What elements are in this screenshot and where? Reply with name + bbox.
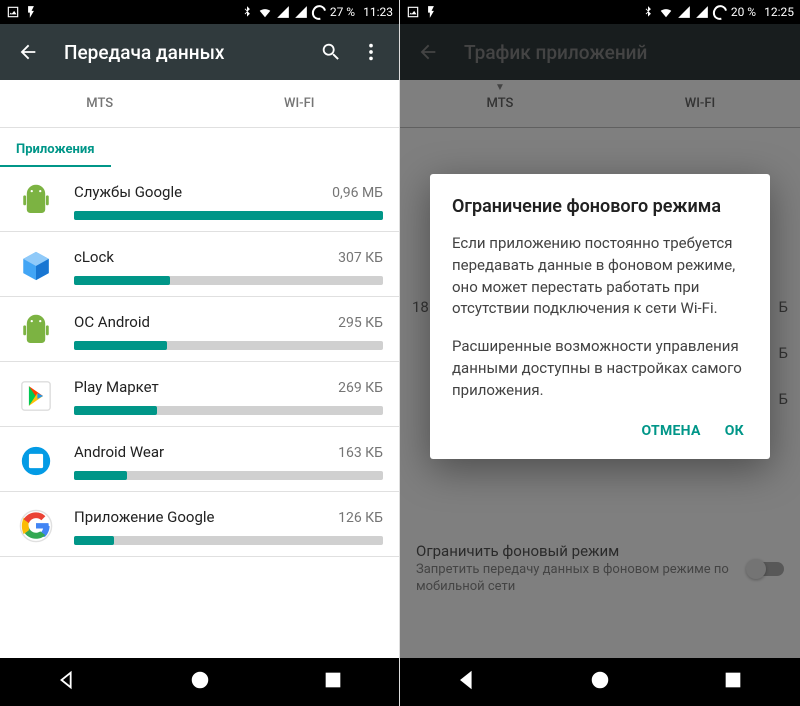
app-value: 269 КБ: [338, 380, 383, 396]
app-name: ОС Android: [74, 313, 150, 331]
nav-home[interactable]: [189, 669, 211, 695]
section-header: Приложения: [0, 128, 111, 167]
nav-recent[interactable]: [322, 669, 344, 695]
tab-wifi[interactable]: WI-FI: [200, 80, 400, 127]
signal-icon-2: [294, 5, 308, 19]
app-icon: [16, 376, 56, 416]
usage-bar: [74, 276, 383, 285]
dialog-body: Если приложению постоянно требуется пере…: [452, 233, 748, 401]
status-bar: 20 % 12:25: [400, 0, 800, 24]
battery-text: 20 %: [731, 5, 756, 19]
app-value: 307 КБ: [338, 250, 383, 266]
loading-icon: [312, 5, 326, 19]
bluetooth-icon: [641, 5, 655, 19]
app-list: Службы Google 0,96 МБ cLock 307 КБ ОС An…: [0, 167, 399, 658]
signal-icon: [677, 5, 691, 19]
image-icon: [406, 5, 420, 19]
app-row[interactable]: Службы Google 0,96 МБ: [0, 167, 399, 232]
tabs: MTS WI-FI: [0, 80, 399, 128]
app-name: cLock: [74, 248, 114, 266]
app-icon: [16, 181, 56, 221]
app-value: 163 КБ: [338, 445, 383, 461]
nav-home[interactable]: [589, 669, 611, 695]
battery-text: 27 %: [330, 5, 355, 19]
dialog-p2: Расширенные возможности управления данны…: [452, 336, 748, 401]
wifi-icon: [659, 5, 673, 19]
right-screen: 20 % 12:25 Трафик приложений ▼MTS WI-FI …: [400, 0, 800, 706]
app-name: Android Wear: [74, 443, 164, 461]
left-screen: 27 % 11:23 Передача данных MTS WI-FI При…: [0, 0, 400, 706]
app-icon: [16, 311, 56, 351]
usage-bar: [74, 471, 383, 480]
bluetooth-icon: [240, 5, 254, 19]
nav-back[interactable]: [456, 669, 478, 695]
back-button[interactable]: [8, 32, 48, 72]
usage-bar: [74, 536, 383, 545]
nav-recent[interactable]: [722, 669, 744, 695]
loading-icon: [713, 5, 727, 19]
page-title: Передача данных: [64, 41, 311, 64]
cancel-button[interactable]: ОТМЕНА: [641, 423, 700, 439]
app-icon: [16, 246, 56, 286]
status-bar: 27 % 11:23: [0, 0, 399, 24]
usage-bar: [74, 341, 383, 350]
more-button[interactable]: [351, 32, 391, 72]
app-row[interactable]: Приложение Google 126 КБ: [0, 492, 399, 557]
app-row[interactable]: cLock 307 КБ: [0, 232, 399, 297]
dialog-title: Ограничение фонового режима: [452, 196, 748, 217]
app-name: Службы Google: [74, 183, 182, 201]
nav-bar: [0, 658, 399, 706]
image-icon: [6, 5, 20, 19]
app-row[interactable]: Android Wear 163 КБ: [0, 427, 399, 492]
app-row[interactable]: ОС Android 295 КБ: [0, 297, 399, 362]
flash-icon: [24, 5, 38, 19]
flash-icon: [424, 5, 438, 19]
app-value: 126 КБ: [338, 510, 383, 526]
app-value: 0,96 МБ: [332, 185, 383, 201]
app-name: Play Маркет: [74, 378, 159, 396]
app-name: Приложение Google: [74, 508, 215, 526]
app-icon: [16, 506, 56, 546]
wifi-icon: [258, 5, 272, 19]
ok-button[interactable]: ОК: [725, 423, 744, 439]
usage-bar: [74, 211, 383, 220]
clock-text: 12:25: [764, 5, 794, 19]
tab-mts[interactable]: MTS: [0, 80, 200, 127]
search-button[interactable]: [311, 32, 351, 72]
dialog: Ограничение фонового режима Если приложе…: [430, 174, 770, 459]
nav-bar: [400, 658, 800, 706]
usage-bar: [74, 406, 383, 415]
toolbar: Передача данных: [0, 24, 399, 80]
app-value: 295 КБ: [338, 315, 383, 331]
app-icon: [16, 441, 56, 481]
clock-text: 11:23: [363, 5, 393, 19]
nav-back[interactable]: [56, 669, 78, 695]
signal-icon: [276, 5, 290, 19]
dialog-p1: Если приложению постоянно требуется пере…: [452, 233, 748, 320]
app-row[interactable]: Play Маркет 269 КБ: [0, 362, 399, 427]
signal-icon-2: [695, 5, 709, 19]
